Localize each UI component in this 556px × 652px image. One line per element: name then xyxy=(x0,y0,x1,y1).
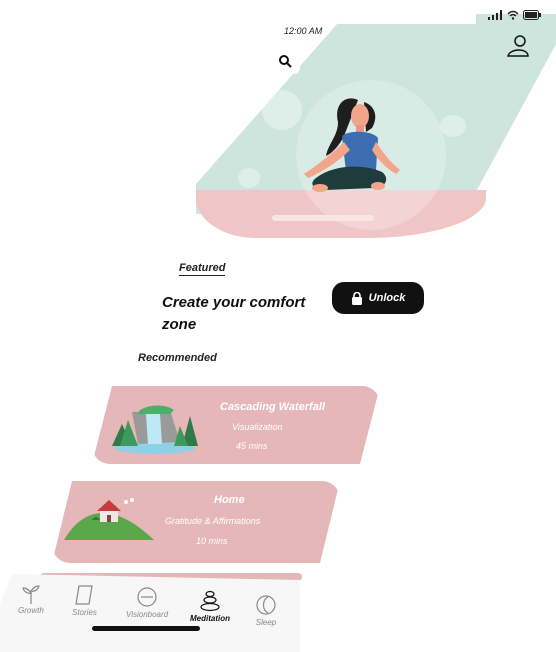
unlock-button[interactable]: Unlock xyxy=(332,282,424,314)
book-icon xyxy=(75,585,94,605)
tab-visionboard[interactable]: Visionboard xyxy=(126,586,168,619)
card-category: Gratitude & Affirmations xyxy=(165,516,261,526)
stones-icon xyxy=(200,590,220,612)
lock-icon xyxy=(351,291,362,305)
tab-label: Visionboard xyxy=(126,610,169,619)
moon-icon xyxy=(256,595,276,615)
card-duration: 10 mins xyxy=(196,536,228,546)
tab-meditation[interactable]: Meditation xyxy=(190,590,230,623)
battery-icon xyxy=(523,10,542,20)
wifi-icon xyxy=(506,10,519,20)
meditating-woman-illustration xyxy=(304,98,400,192)
app-screen: 12:00 AM Featured Create your comfort zo… xyxy=(0,0,556,652)
sprout-icon xyxy=(22,585,40,604)
waterfall-illustration xyxy=(112,405,198,454)
tab-label: Sleep xyxy=(255,618,277,627)
meditation-mat xyxy=(272,215,374,221)
tab-sleep[interactable]: Sleep xyxy=(254,594,278,627)
unlock-label: Unlock xyxy=(368,292,406,304)
house-hill-illustration xyxy=(64,498,154,540)
card-category: Visualization xyxy=(232,422,283,432)
card-duration: 45 mins xyxy=(236,441,268,451)
tab-label: Stories xyxy=(72,608,97,617)
recommended-label: Recommended xyxy=(138,352,217,364)
decorative-bubble xyxy=(440,115,466,137)
tab-label: Growth xyxy=(18,606,44,615)
phone-notch xyxy=(338,0,476,24)
circle-icon xyxy=(137,587,157,607)
decorative-bubble xyxy=(238,168,260,188)
search-icon xyxy=(279,55,292,68)
signal-icon xyxy=(488,10,502,20)
search-button[interactable] xyxy=(270,48,300,74)
user-icon xyxy=(507,35,529,57)
home-indicator[interactable] xyxy=(92,626,200,631)
card-title: Cascading Waterfall xyxy=(220,401,325,413)
tab-stories[interactable]: Stories xyxy=(72,584,97,617)
card-title: Home xyxy=(214,494,245,506)
tab-label: Meditation xyxy=(190,614,230,623)
featured-label: Featured xyxy=(179,262,226,276)
status-icons xyxy=(488,10,542,22)
tab-growth[interactable]: Growth xyxy=(18,584,44,615)
featured-title: Create your comfort zone xyxy=(162,294,306,333)
status-time: 12:00 AM xyxy=(284,26,323,36)
profile-button[interactable] xyxy=(504,34,532,58)
